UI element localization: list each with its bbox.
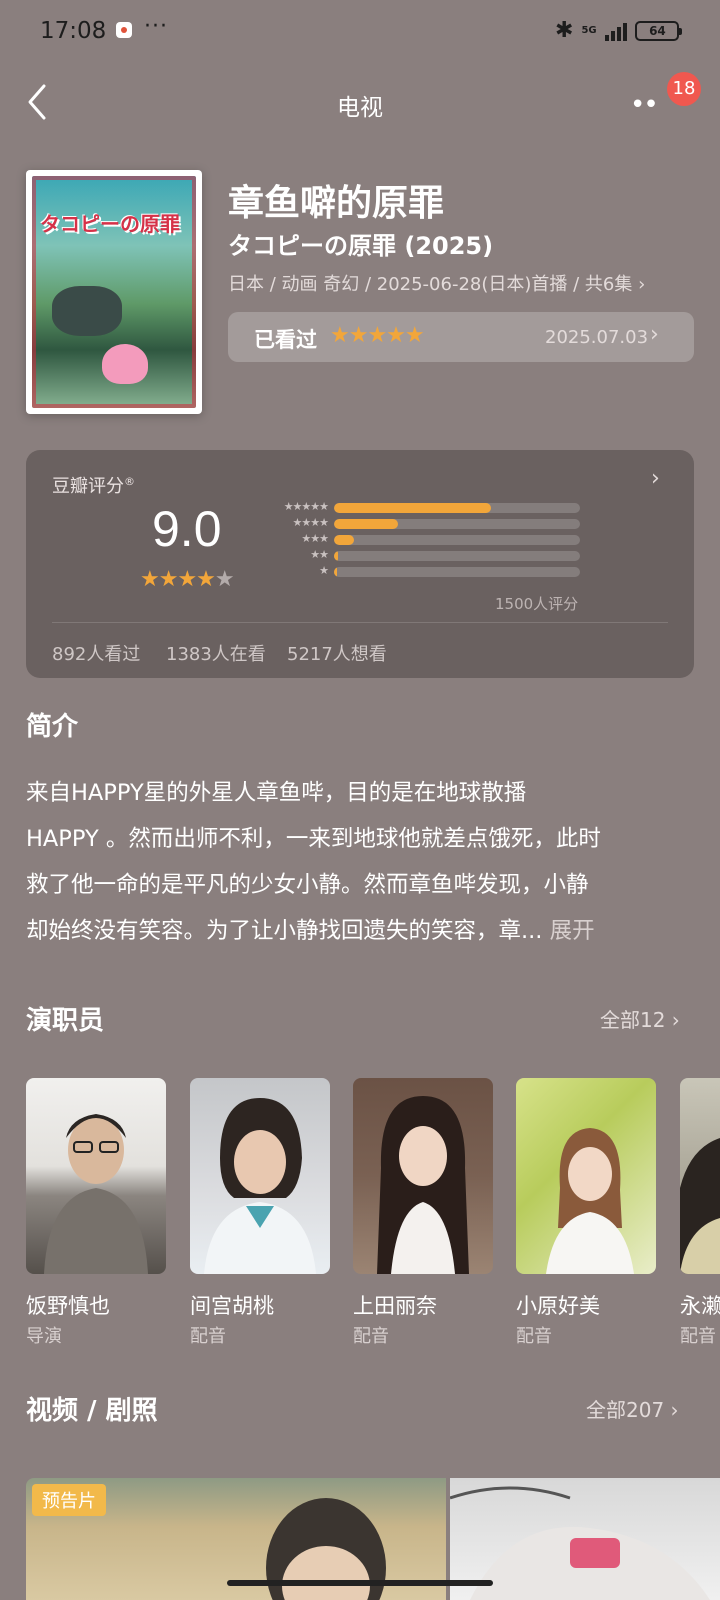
videos-all-link[interactable]: 全部207 ›	[586, 1394, 679, 1423]
cast-name[interactable]: 永濑	[680, 1290, 720, 1320]
watched-date: 2025.07.03	[545, 327, 649, 348]
rating-score: 9.0	[152, 501, 222, 557]
status-time: 17:08	[40, 18, 107, 44]
cast-role: 配音	[516, 1326, 552, 1347]
rating-dist-1: ★	[262, 564, 580, 577]
divider	[52, 622, 668, 623]
chevron-right-icon[interactable]: ›	[651, 466, 660, 491]
cast-photo[interactable]	[516, 1078, 656, 1274]
home-indicator[interactable]	[227, 1580, 493, 1586]
chevron-right-icon: ›	[650, 322, 659, 347]
dist-fill	[334, 519, 398, 529]
my-rating-stars: ★★★★★	[330, 323, 425, 348]
network-type: 5G	[581, 24, 597, 36]
cast-all-link[interactable]: 全部12 ›	[600, 1004, 680, 1033]
synopsis-title: 简介	[26, 712, 79, 742]
cast-role: 配音	[353, 1326, 389, 1347]
page-title: 电视	[337, 95, 383, 121]
dist-fill	[334, 535, 354, 545]
watched-label: 已看过	[254, 328, 317, 352]
rating-dist-4: ★★★★	[262, 516, 580, 529]
cast-name[interactable]: 小原好美	[516, 1290, 600, 1320]
watched-count[interactable]: 892人看过	[52, 640, 140, 666]
expand-link[interactable]: 展开	[550, 918, 595, 944]
rating-dist-2: ★★	[262, 548, 580, 561]
rating-label: 豆瓣评分®	[52, 475, 135, 497]
battery-icon: 64	[635, 20, 683, 41]
dist-fill	[334, 567, 337, 577]
dist-fill	[334, 551, 338, 561]
watching-count[interactable]: 1383人在看	[166, 640, 266, 666]
cast-photo[interactable]	[680, 1078, 720, 1274]
meta-text: 日本 / 动画 奇幻 / 2025-06-28(日本)首播 / 共6集	[228, 274, 633, 295]
cast-photo[interactable]	[26, 1078, 166, 1274]
synopsis-text[interactable]: 来自HAPPY星的外星人章鱼哔，目的是在地球散播 HAPPY 。然而出师不利，一…	[26, 770, 694, 954]
cast-title: 演职员	[26, 1006, 105, 1036]
title-japanese: タコピーの原罪 (2025)	[228, 232, 494, 260]
status-indicators: ✱ 5G 64	[555, 18, 683, 43]
poster-image[interactable]: タコピーの原罪	[26, 170, 202, 414]
cast-name[interactable]: 上田丽奈	[353, 1290, 437, 1320]
meta-info[interactable]: 日本 / 动画 奇幻 / 2025-06-28(日本)首播 / 共6集 ›	[228, 270, 645, 296]
rating-stars: ★★★★★	[140, 567, 235, 592]
dist-fill	[334, 503, 492, 513]
cast-photo[interactable]	[353, 1078, 493, 1274]
rating-count: 1500人评分	[495, 595, 579, 613]
notification-badge[interactable]: 18	[667, 72, 701, 106]
want-count[interactable]: 5217人想看	[287, 640, 387, 666]
status-more-dots: ···	[144, 14, 168, 39]
cast-photo[interactable]	[190, 1078, 330, 1274]
rating-dist-5: ★★★★★	[262, 500, 580, 513]
cast-name[interactable]: 间宫胡桃	[190, 1290, 274, 1320]
cast-role: 配音	[680, 1326, 716, 1347]
cast-role: 导演	[26, 1326, 62, 1347]
bluetooth-icon: ✱	[555, 18, 574, 43]
cast-role: 配音	[190, 1326, 226, 1347]
trailer-tag: 预告片	[32, 1484, 106, 1516]
chevron-right-icon: ›	[638, 274, 646, 295]
more-options-icon[interactable]: ••	[630, 90, 659, 120]
app-notification-icon	[116, 22, 132, 38]
signal-icon	[605, 21, 628, 41]
title-chinese: 章鱼噼的原罪	[228, 183, 445, 224]
videos-title: 视频 / 剧照	[26, 1396, 158, 1426]
cast-name[interactable]: 饭野慎也	[26, 1290, 110, 1320]
rating-dist-3: ★★★	[262, 532, 580, 545]
